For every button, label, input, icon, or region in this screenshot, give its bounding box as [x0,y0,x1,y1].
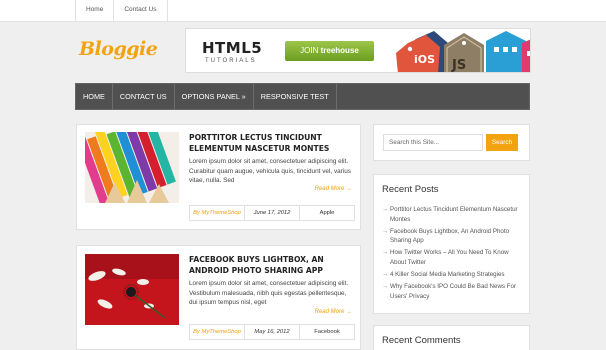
main-nav: HOME CONTACT US OPTIONS PANEL » RESPONSI… [75,83,530,110]
recent-post-item[interactable]: → 4 Killer Social Media Marketing Strateg… [382,270,525,280]
post-title[interactable]: PORTTITOR LECTUS TINCIDUNT ELEMENTUM NAS… [189,132,354,154]
recent-post-item[interactable]: → Why Facebook's IPO Could Be Bad News Fo… [382,282,525,301]
arrow-icon: → [382,206,389,213]
post-meta: By MyThemeShop May 16, 2012 Facebook [189,324,355,340]
banner-ad[interactable]: HTML5 TUTORIALS JOIN treehouse iOS JS [185,28,531,73]
recent-comments-widget: Recent Comments [373,325,530,350]
search-widget: Search this Site... Search [373,124,530,161]
author-link[interactable]: MyThemeShop [202,329,241,335]
recent-post-item[interactable]: → Facebook Buys Lightbox, An Android Phot… [382,227,525,246]
post-excerpt: Lorem ipsum dolor sit amet, consectetuer… [189,280,349,306]
svg-text:iOS: iOS [414,53,435,66]
recent-posts-list: → Porttitor Lectus Tincidunt Elementum Na… [382,205,525,304]
recent-post-link[interactable]: Porttitor Lectus Tincidunt Elementum Nas… [390,206,518,223]
nav-home[interactable]: HOME [76,84,113,109]
by-label: By [193,329,200,335]
banner-join-button[interactable]: JOIN treehouse [285,41,374,61]
post-title[interactable]: FACEBOOK BUYS LIGHTBOX, AN ANDROID PHOTO… [189,254,354,276]
nav-contact-us[interactable]: CONTACT US [113,84,175,109]
top-nav: Home Contact Us [75,0,168,22]
read-more-link[interactable]: Read More → [315,309,352,315]
post-excerpt: Lorem ipsum dolor sit amet, consectetuer… [189,158,351,184]
recent-post-link[interactable]: Why Facebook's IPO Could Be Bad News For… [390,283,516,300]
banner-brand-label: treehouse [320,46,359,55]
recent-comments-title: Recent Comments [382,335,461,346]
post-meta: By MyThemeShop June 17, 2012 Apple [189,205,355,221]
read-more-link[interactable]: Read More → [315,186,352,192]
flower-image [85,254,179,325]
post-card: PORTTITOR LECTUS TINCIDUNT ELEMENTUM NAS… [76,124,361,230]
arrow-icon: → [382,283,389,291]
banner-tags-graphic: iOS JS [396,31,530,73]
recent-posts-title: Recent Posts [382,184,439,195]
banner-title: HTML5 [202,39,263,57]
post-thumbnail-flower[interactable] [85,254,179,325]
recent-post-link[interactable]: 4 Killer Social Media Marketing Strategi… [390,271,505,278]
search-button[interactable]: Search [486,134,518,151]
post-card: FACEBOOK BUYS LIGHTBOX, AN ANDROID PHOTO… [76,245,361,350]
recent-post-item[interactable]: → Porttitor Lectus Tincidunt Elementum Na… [382,205,525,224]
post-author: By MyThemeShop [190,206,245,220]
pencils-image [85,132,179,203]
post-date: May 16, 2012 [245,325,300,339]
post-category[interactable]: Facebook [300,325,354,339]
arrow-icon: → [382,249,389,257]
nav-responsive-test[interactable]: RESPONSIVE TEST [254,84,337,109]
banner-subtitle: TUTORIALS [205,58,257,64]
arrow-icon: → [382,227,389,235]
recent-posts-widget: Recent Posts → Porttitor Lectus Tincidunt… [373,174,530,314]
date-value: June 17, 2012 [253,210,291,216]
recent-post-link[interactable]: Facebook Buys Lightbox, An Android Photo… [390,228,509,245]
arrow-icon: → [382,271,389,279]
top-nav-home[interactable]: Home [76,0,115,22]
recent-post-link[interactable]: How Twitter Works – All You Need To Know… [390,249,509,266]
top-nav-contact[interactable]: Contact Us [114,0,168,22]
by-label: By [193,210,200,216]
post-thumbnail-pencils[interactable] [85,132,179,203]
recent-post-item[interactable]: → How Twitter Works – All You Need To Kno… [382,248,525,267]
post-author: By MyThemeShop [190,325,245,339]
author-link[interactable]: MyThemeShop [202,210,241,216]
site-logo[interactable]: Bloggie [79,38,158,60]
nav-options-panel[interactable]: OPTIONS PANEL » [175,84,254,109]
search-input[interactable]: Search this Site... [383,134,483,151]
top-bar: Home Contact Us [0,0,606,22]
post-category[interactable]: Apple [300,206,354,220]
banner-join-label: JOIN [300,46,319,55]
post-date: June 17, 2012 [245,206,300,220]
svg-text:JS: JS [451,58,466,73]
date-value: May 16, 2012 [254,329,290,335]
